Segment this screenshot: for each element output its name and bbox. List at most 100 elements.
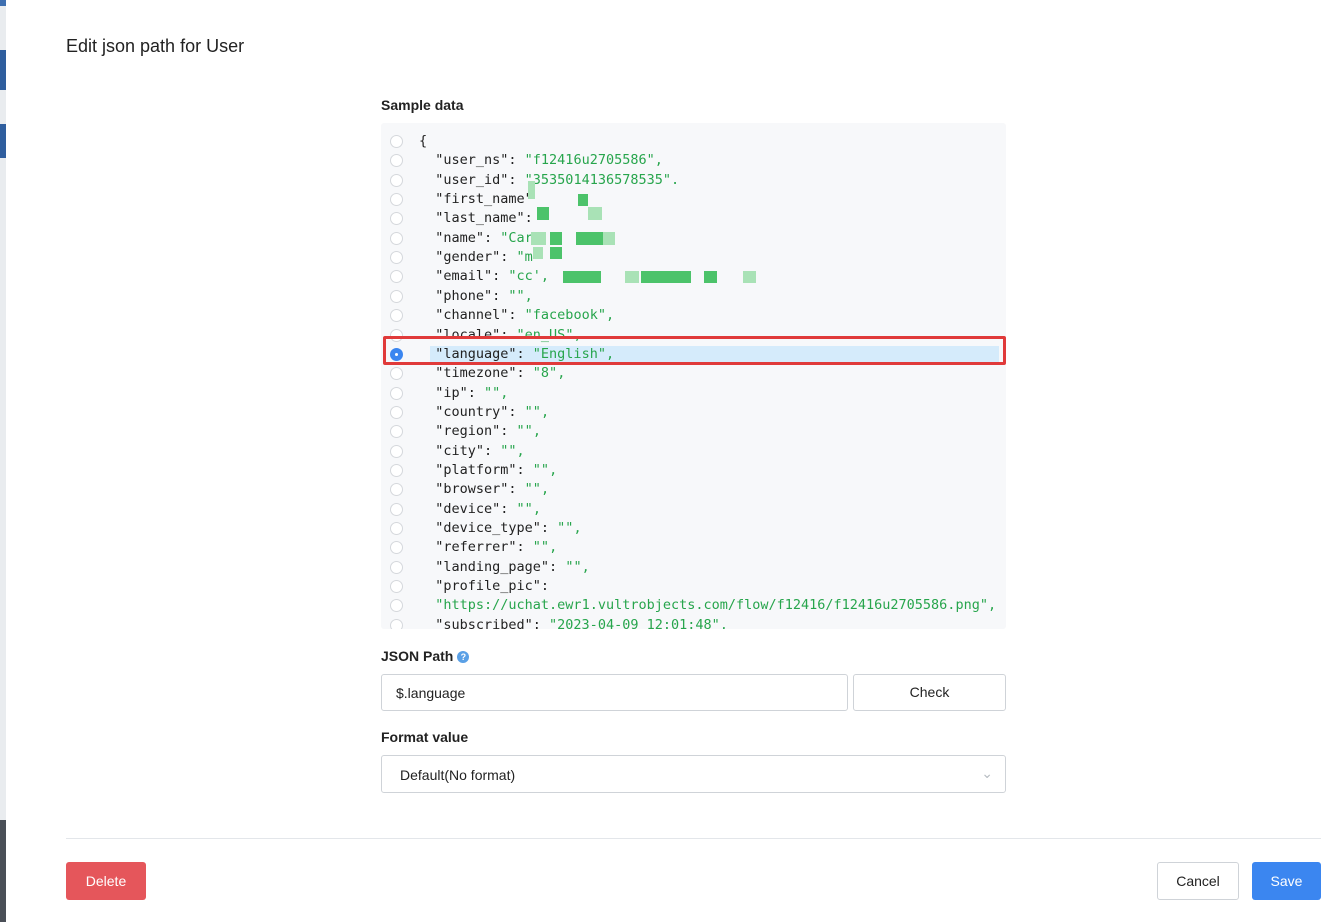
- line-radio[interactable]: [390, 135, 403, 148]
- json-key: "last_name":: [419, 210, 541, 227]
- json-line[interactable]: "device_type": "",: [381, 519, 1006, 538]
- json-line-text: "ip": "",: [419, 384, 508, 403]
- line-radio[interactable]: [390, 405, 403, 419]
- footer-divider: [66, 838, 1321, 839]
- delete-button[interactable]: Delete: [66, 862, 146, 900]
- json-value: "https://uchat.ewr1.vultrobjects.com/flo…: [435, 597, 988, 614]
- json-line-text: "user_id": "3535014136578535".: [419, 171, 679, 190]
- json-line[interactable]: "platform": "",: [381, 461, 1006, 480]
- redaction-block: [743, 271, 756, 283]
- json-line[interactable]: "phone": "",: [381, 287, 1006, 306]
- json-line[interactable]: "subscribed": "2023-04-09 12:01:48",: [381, 616, 1006, 629]
- line-radio[interactable]: [390, 231, 403, 245]
- json-key: "first_name": [419, 191, 533, 208]
- selected-line-highlight: [383, 336, 1006, 365]
- json-key: "browser":: [419, 481, 525, 498]
- json-line-text: "country": "",: [419, 403, 549, 422]
- json-line[interactable]: "gender": "m: [381, 248, 1006, 267]
- json-key: "region":: [419, 423, 517, 440]
- json-line-text: "platform": "",: [419, 461, 557, 480]
- json-line-text: "city": "",: [419, 442, 524, 461]
- redaction-block: [603, 232, 615, 245]
- json-line[interactable]: "region": "",: [381, 422, 1006, 441]
- line-radio[interactable]: [390, 173, 403, 187]
- redaction-block: [537, 207, 549, 220]
- line-radio[interactable]: [390, 309, 403, 323]
- line-radio[interactable]: [390, 580, 403, 594]
- json-key: "user_ns":: [419, 152, 525, 169]
- line-radio[interactable]: [390, 444, 403, 458]
- help-icon[interactable]: ?: [457, 651, 470, 663]
- json-key: "ip":: [419, 384, 485, 401]
- json-line[interactable]: "timezone": "8",: [381, 364, 1006, 383]
- line-radio[interactable]: [390, 463, 403, 477]
- format-value-label: Format value: [381, 729, 469, 745]
- json-key: "platform":: [419, 461, 533, 478]
- line-radio[interactable]: [390, 541, 403, 555]
- json-line[interactable]: "browser": "",: [381, 480, 1006, 499]
- json-key: {: [419, 133, 428, 149]
- cancel-button[interactable]: Cancel: [1157, 862, 1239, 900]
- json-line[interactable]: "city": "",: [381, 442, 1006, 461]
- json-value: "": [532, 461, 550, 478]
- json-value: "f12416u2705586": [524, 152, 655, 169]
- json-line[interactable]: "channel": "facebook",: [381, 306, 1006, 325]
- format-value-select[interactable]: Default(No format) ⌄: [381, 755, 1006, 793]
- json-key: "name":: [419, 229, 501, 246]
- json-line-text: "subscribed": "2023-04-09 12:01:48",: [419, 616, 728, 629]
- json-path-label: JSON Path?: [381, 648, 470, 664]
- line-radio[interactable]: [390, 193, 403, 207]
- json-line[interactable]: "name": "Car: [381, 229, 1006, 248]
- json-line[interactable]: "country": "",: [381, 403, 1006, 422]
- line-radio[interactable]: [390, 367, 403, 381]
- json-line-text: "landing_page": "",: [419, 558, 589, 577]
- json-line-text: "timezone": "8",: [419, 364, 565, 383]
- redaction-block: [588, 207, 602, 220]
- line-radio[interactable]: [390, 483, 403, 497]
- format-value-selected: Default(No format): [400, 767, 516, 783]
- line-radio[interactable]: [390, 212, 403, 226]
- save-button[interactable]: Save: [1252, 862, 1321, 900]
- line-radio[interactable]: [390, 154, 403, 168]
- json-line-text: "device": "",: [419, 500, 541, 519]
- json-line[interactable]: "last_name":: [381, 209, 1006, 228]
- json-value: "": [484, 384, 501, 401]
- json-value: "": [500, 442, 517, 459]
- json-line[interactable]: "landing_page": "",: [381, 558, 1006, 577]
- json-line-text: "region": "",: [419, 422, 541, 441]
- json-suffix: ,: [987, 597, 997, 614]
- line-radio[interactable]: [390, 270, 403, 284]
- line-radio[interactable]: [390, 251, 403, 265]
- line-radio[interactable]: [390, 599, 403, 613]
- sample-data-viewer[interactable]: { "user_ns": "f12416u2705586", "user_id"…: [381, 123, 1006, 629]
- json-key: "user_id":: [419, 171, 525, 188]
- json-path-input[interactable]: [381, 674, 848, 711]
- json-line-text: "referrer": "",: [419, 538, 557, 557]
- line-radio[interactable]: [390, 522, 403, 535]
- json-key: "referrer":: [419, 539, 533, 556]
- line-radio[interactable]: [390, 618, 403, 629]
- line-radio[interactable]: [390, 289, 403, 303]
- line-radio[interactable]: [390, 560, 403, 574]
- json-line[interactable]: "email": "cc',: [381, 267, 1006, 286]
- json-line[interactable]: "user_id": "3535014136578535".: [381, 171, 1006, 190]
- line-radio[interactable]: [390, 425, 403, 439]
- json-suffix: ,: [524, 287, 533, 304]
- json-line[interactable]: "profile_pic":: [381, 577, 1006, 596]
- check-button[interactable]: Check: [853, 674, 1006, 711]
- line-radio[interactable]: [390, 386, 403, 400]
- json-line[interactable]: "device": "",: [381, 500, 1006, 519]
- json-value: "": [516, 500, 533, 517]
- json-line[interactable]: "referrer": "",: [381, 538, 1006, 557]
- json-line[interactable]: {: [381, 132, 1006, 151]
- json-line[interactable]: "user_ns": "f12416u2705586",: [381, 151, 1006, 170]
- redaction-block: [550, 232, 562, 245]
- json-key: "subscribed":: [419, 616, 550, 629]
- json-line[interactable]: "ip": "",: [381, 384, 1006, 403]
- json-line[interactable]: "first_name": [381, 190, 1006, 209]
- json-key: "gender":: [419, 249, 517, 266]
- redaction-block: [641, 271, 691, 283]
- line-radio[interactable]: [390, 502, 403, 516]
- json-line[interactable]: "https://uchat.ewr1.vultrobjects.com/flo…: [381, 596, 1006, 615]
- json-line-text: "profile_pic":: [419, 577, 549, 596]
